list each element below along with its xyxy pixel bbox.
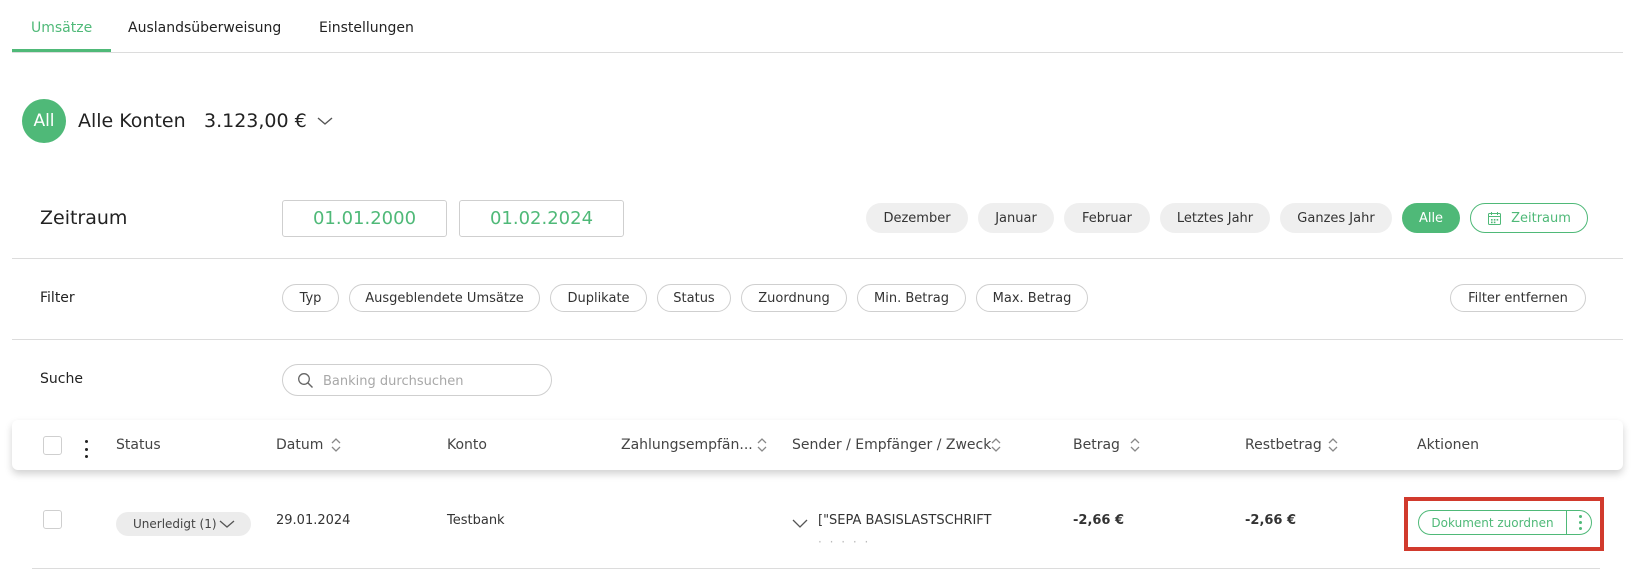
search-label: Suche (40, 371, 83, 387)
filter-max-betrag[interactable]: Max. Betrag (976, 284, 1088, 312)
account-balance: 3.123,00 € (204, 110, 307, 132)
row-konto: Testbank (447, 513, 505, 528)
bulk-actions-kebab-icon[interactable] (83, 440, 89, 458)
preset-januar[interactable]: Januar (978, 203, 1054, 233)
column-header-status: Status (116, 437, 161, 453)
row-divider (32, 568, 1600, 569)
sort-icon[interactable] (331, 437, 341, 453)
divider (12, 258, 1623, 259)
filter-label: Filter (40, 290, 75, 306)
column-header-sender-empfaenger-zweck[interactable]: Sender / Empfänger / Zweck (792, 437, 991, 453)
search-box[interactable] (282, 364, 552, 396)
tab-auslandsueberweisung[interactable]: Auslandsüberweisung (128, 20, 281, 36)
chevron-down-icon[interactable] (316, 112, 334, 130)
row-datum: 29.01.2024 (276, 513, 351, 528)
preset-februar[interactable]: Februar (1064, 203, 1150, 233)
column-header-datum[interactable]: Datum (276, 437, 323, 453)
status-dropdown[interactable]: Unerledigt (1) (116, 512, 251, 536)
filter-typ[interactable]: Typ (282, 284, 339, 312)
more-actions-kebab-icon[interactable] (1568, 511, 1592, 534)
table-header: Status Datum Konto Zahlungsempfän... Sen… (12, 420, 1623, 470)
sort-icon[interactable] (757, 437, 767, 453)
date-from-input[interactable]: 01.01.2000 (282, 200, 447, 237)
column-header-betrag[interactable]: Betrag (1073, 437, 1120, 453)
column-header-konto: Konto (447, 437, 487, 453)
tab-bar: Umsätze Auslandsüberweisung Einstellunge… (12, 0, 1623, 53)
zeitraum-label: Zeitraum (40, 207, 128, 229)
custom-zeitraum-label: Zeitraum (1511, 210, 1571, 226)
sort-icon[interactable] (1328, 437, 1338, 453)
divider (12, 339, 1623, 340)
sort-icon[interactable] (1130, 437, 1140, 453)
filter-ausgeblendete-umsaetze[interactable]: Ausgeblendete Umsätze (349, 284, 540, 312)
active-tab-indicator (12, 49, 111, 52)
dokument-zuordnen-button[interactable]: Dokument zuordnen (1419, 511, 1567, 534)
column-header-restbetrag[interactable]: Restbetrag (1245, 437, 1322, 453)
tab-umsaetze[interactable]: Umsätze (31, 20, 92, 36)
column-header-aktionen: Aktionen (1417, 437, 1479, 453)
filter-remove-button[interactable]: Filter entfernen (1450, 284, 1586, 312)
custom-zeitraum-button[interactable]: Zeitraum (1470, 203, 1588, 233)
search-input[interactable] (323, 371, 543, 391)
select-all-checkbox[interactable] (43, 436, 62, 455)
row-checkbox[interactable] (43, 510, 62, 529)
date-to-input[interactable]: 01.02.2024 (459, 200, 624, 237)
filter-zuordnung[interactable]: Zuordnung (741, 284, 847, 312)
filter-duplikate[interactable]: Duplikate (550, 284, 647, 312)
expand-chevron-icon[interactable] (792, 516, 808, 530)
filter-min-betrag[interactable]: Min. Betrag (857, 284, 966, 312)
search-icon (298, 373, 313, 388)
sort-icon[interactable] (991, 437, 1001, 453)
preset-letztes-jahr[interactable]: Letztes Jahr (1160, 203, 1270, 233)
tab-einstellungen[interactable]: Einstellungen (319, 20, 414, 36)
preset-dezember[interactable]: Dezember (866, 203, 968, 233)
action-button-group: Dokument zuordnen (1418, 510, 1592, 535)
row-betrag: -2,66 € (1073, 513, 1125, 528)
calendar-icon (1488, 211, 1502, 225)
status-label: Unerledigt (1) (133, 517, 217, 531)
chevron-down-icon (219, 520, 235, 528)
filter-status[interactable]: Status (657, 284, 731, 312)
account-name: Alle Konten (78, 110, 186, 132)
row-zweck: ["SEPA BASISLASTSCHRIFT (818, 513, 992, 528)
preset-alle[interactable]: Alle (1402, 203, 1460, 233)
column-header-zahlungsempfaenger[interactable]: Zahlungsempfän... (621, 437, 753, 453)
row-restbetrag: -2,66 € (1245, 513, 1297, 528)
account-avatar: All (22, 99, 66, 143)
preset-ganzes-jahr[interactable]: Ganzes Jahr (1280, 203, 1392, 233)
row-zweck-sub: · · · · · (818, 535, 871, 549)
